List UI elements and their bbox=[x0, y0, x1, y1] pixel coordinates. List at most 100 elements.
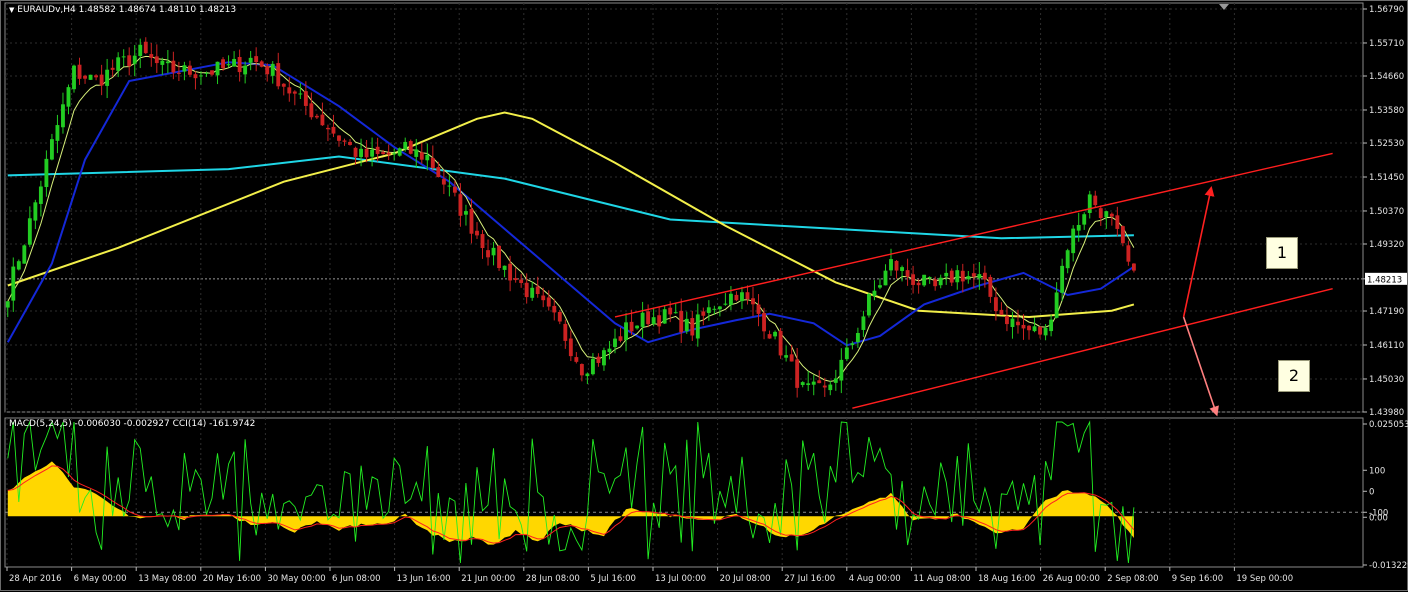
candle-body bbox=[44, 158, 49, 187]
candle-body bbox=[1038, 326, 1042, 335]
candle-body bbox=[811, 381, 816, 385]
candle-body bbox=[364, 148, 369, 158]
candle-body bbox=[182, 65, 187, 72]
candle-body bbox=[11, 266, 16, 301]
candle-body bbox=[452, 186, 457, 193]
candle-body bbox=[436, 167, 441, 178]
candle-body bbox=[199, 75, 203, 77]
candle-body bbox=[353, 147, 358, 157]
candle-body bbox=[370, 149, 375, 157]
candle-body bbox=[88, 74, 93, 80]
candle-body bbox=[1082, 214, 1087, 225]
candle-body bbox=[701, 311, 706, 316]
candle-body bbox=[938, 277, 943, 286]
candle-body bbox=[916, 282, 921, 286]
candle-body bbox=[171, 60, 176, 73]
candle-body bbox=[513, 278, 518, 281]
candle-body bbox=[734, 294, 739, 301]
candle-body bbox=[326, 127, 330, 130]
candle-body bbox=[657, 315, 662, 327]
candle-body bbox=[966, 276, 971, 280]
price-axis-label: 1.53580 bbox=[1369, 106, 1404, 116]
candle-body bbox=[690, 318, 695, 336]
candle-body bbox=[993, 297, 998, 312]
candle-body bbox=[668, 307, 673, 315]
candle-body bbox=[414, 149, 419, 157]
candle-body bbox=[607, 348, 612, 353]
time-axis-label: 13 Jul 00:00 bbox=[655, 574, 706, 584]
candle-body bbox=[596, 356, 601, 363]
time-axis-label: 4 Aug 00:00 bbox=[849, 574, 901, 584]
candle-body bbox=[480, 234, 485, 249]
candle-body bbox=[149, 54, 154, 58]
candle-body bbox=[740, 292, 744, 302]
candle-body bbox=[762, 312, 766, 332]
time-axis-label: 2 Sep 08:00 bbox=[1107, 574, 1158, 584]
price-tag: 1.48213 bbox=[1367, 275, 1402, 285]
candle-body bbox=[16, 261, 21, 270]
price-axis-label: 1.47190 bbox=[1369, 307, 1404, 317]
candle-body bbox=[38, 186, 43, 204]
candle-body bbox=[1093, 195, 1098, 206]
moving-average-line bbox=[7, 155, 1134, 240]
candle-body bbox=[546, 297, 551, 307]
candle-body bbox=[187, 65, 192, 75]
candle-body bbox=[662, 309, 667, 324]
candle-body bbox=[552, 305, 557, 313]
time-axis-label: 13 Jun 16:00 bbox=[397, 574, 451, 584]
candle-body bbox=[237, 57, 242, 73]
candle-body bbox=[1076, 224, 1081, 231]
candle-body bbox=[110, 67, 115, 70]
candle-body bbox=[204, 72, 209, 74]
candle-body bbox=[210, 70, 214, 75]
candle-body bbox=[800, 382, 805, 386]
time-axis-label: 5 Jul 16:00 bbox=[590, 574, 636, 584]
candle-body bbox=[502, 265, 507, 270]
candle-body bbox=[221, 59, 225, 69]
candle-body bbox=[568, 338, 573, 357]
price-chart[interactable]: 1.56790 1.55710 1.54660 1.53580 1.52530 1.514… bbox=[1, 1, 1408, 592]
candle-body bbox=[491, 247, 496, 256]
candle-body bbox=[248, 57, 253, 63]
candle-body bbox=[922, 274, 927, 286]
price-axis-label: 1.54660 bbox=[1369, 72, 1404, 82]
symbol-header: ▼ EURAUDv,H4 1.48582 1.48674 1.48110 1.4… bbox=[9, 5, 236, 15]
candle-body bbox=[127, 55, 132, 67]
candle-body bbox=[165, 61, 170, 64]
indicator-header: MACD(5,24,5) -0.006030 -0.002927 CCI(14)… bbox=[9, 419, 255, 429]
candle-body bbox=[425, 154, 430, 161]
time-axis-label: 26 Aug 00:00 bbox=[1043, 574, 1100, 584]
candle-body bbox=[298, 93, 303, 95]
candle-body bbox=[287, 87, 292, 94]
candle-body bbox=[55, 125, 60, 141]
price-axis-label: 1.43980 bbox=[1369, 408, 1404, 418]
candle-body bbox=[1010, 318, 1015, 328]
candle-body bbox=[132, 55, 137, 64]
candle-body bbox=[889, 259, 893, 271]
collapse-triangle-icon[interactable]: ▼ bbox=[9, 6, 14, 14]
candle-body bbox=[971, 273, 976, 277]
candle-body bbox=[822, 385, 827, 388]
candle-body bbox=[99, 74, 104, 86]
price-axis-label: 1.55710 bbox=[1369, 39, 1404, 49]
candle-body bbox=[83, 75, 87, 79]
candle-body bbox=[833, 378, 838, 383]
callout-2: 2 bbox=[1278, 360, 1310, 392]
candle-body bbox=[866, 293, 871, 316]
candle-body bbox=[706, 307, 711, 314]
candle-body bbox=[458, 194, 463, 216]
candle-body bbox=[27, 218, 32, 245]
time-axis-label: 6 May 00:00 bbox=[74, 574, 127, 584]
candle-body bbox=[309, 103, 314, 118]
macd-label: MACD(5,24,5) -0.006030 -0.002927 bbox=[9, 419, 170, 429]
time-axis-label: 11 Aug 08:00 bbox=[913, 574, 970, 584]
time-axis-label: 9 Sep 16:00 bbox=[1172, 574, 1223, 584]
candle-body bbox=[176, 72, 181, 74]
candle-body bbox=[839, 359, 844, 381]
candle-body bbox=[563, 323, 568, 341]
candle-body bbox=[121, 56, 126, 58]
candle-body bbox=[878, 285, 882, 288]
candle-body bbox=[254, 56, 259, 63]
candle-body bbox=[1131, 263, 1136, 271]
candle-body bbox=[1065, 250, 1070, 269]
